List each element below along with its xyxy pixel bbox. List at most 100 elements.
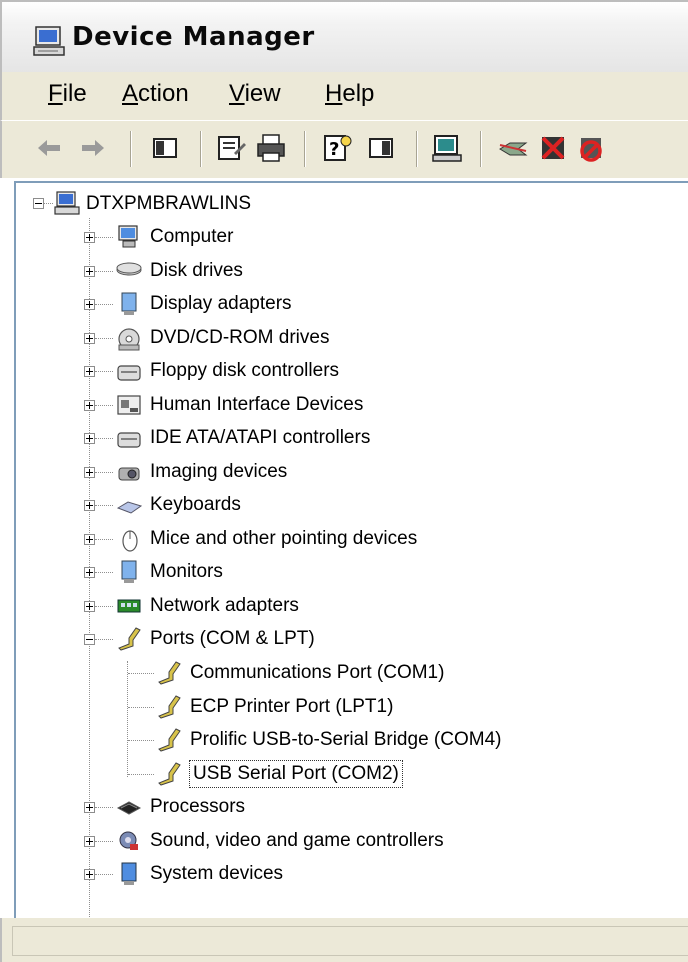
tree-node-label[interactable]: Network adapters [150,593,299,619]
tree-node-prolific-usb-to-serial-bridge-com4[interactable]: Prolific USB-to-Serial Bridge (COM4) [16,727,688,757]
tree-node-label[interactable]: Imaging devices [150,459,287,485]
tree-node-label[interactable]: Computer [150,224,233,250]
forward-icon[interactable] [76,131,110,165]
expand-toggle[interactable] [84,534,95,545]
tree-node-label[interactable]: Floppy disk controllers [150,358,339,384]
tree-connector [95,807,113,808]
tree-node-network-adapters[interactable]: Network adapters [16,593,688,623]
tree-connector [128,673,154,674]
monitor-icon [121,560,137,583]
svg-text:?: ? [329,139,339,160]
title-bar[interactable]: Device Manager [0,0,688,72]
uninstall-icon[interactable] [536,131,570,165]
update-driver-icon[interactable] [496,131,530,165]
port-connector-icon [158,762,181,786]
device-manager-window: Device Manager File Action View Help ? D… [0,0,688,962]
expand-toggle[interactable] [84,333,95,344]
tree-node-display-adapters[interactable]: Display adapters [16,291,688,321]
print-icon[interactable] [254,131,288,165]
tree-node-imaging-devices[interactable]: Imaging devices [16,459,688,489]
tree-node-ecp-printer-port-lpt1[interactable]: ECP Printer Port (LPT1) [16,694,688,724]
expand-toggle[interactable] [84,232,95,243]
tree-node-ports-com-lpt[interactable]: Ports (COM & LPT) [16,626,688,656]
disable-icon[interactable] [574,131,608,165]
expand-toggle[interactable] [84,400,95,411]
tree-connector [128,707,154,708]
tree-node-label[interactable]: IDE ATA/ATAPI controllers [150,425,370,451]
status-pane [12,926,688,956]
tree-node-communications-port-com1[interactable]: Communications Port (COM1) [16,660,688,690]
menu-help-mnemonic: H [325,80,343,107]
tree-node-system-devices[interactable]: System devices [16,861,688,891]
tree-root-label[interactable]: DTXPMBRAWLINS [86,191,251,217]
tree-node-floppy-disk-controllers[interactable]: Floppy disk controllers [16,358,688,388]
tree-node-label[interactable]: Communications Port (COM1) [190,660,444,686]
tree-node-label[interactable]: Prolific USB-to-Serial Bridge (COM4) [190,727,501,753]
port-connector-icon [158,661,181,685]
expand-toggle[interactable] [84,500,95,511]
tree-node-label[interactable]: Processors [150,794,245,820]
tree-node-usb-serial-port-com2[interactable]: USB Serial Port (COM2) [16,760,688,791]
tree-node-computer[interactable]: Computer [16,224,688,254]
disk-drive-icon [116,262,142,276]
toolbar-separator [130,131,132,167]
tree-node-keyboards[interactable]: Keyboards [16,492,688,522]
toolbar-separator [304,131,306,167]
menu-action[interactable]: Action [122,80,189,108]
tree-node-ide-ata-atapi-controllers[interactable]: IDE ATA/ATAPI controllers [16,425,688,455]
network-card-icon [117,599,141,613]
tree-connector [95,874,113,875]
expand-toggle[interactable] [84,467,95,478]
menu-bar: File Action View Help [0,72,688,120]
floppy-controller-icon [117,365,141,381]
expand-toggle[interactable] [84,601,95,612]
tree-connector [95,237,113,238]
tree-node-monitors[interactable]: Monitors [16,559,688,589]
tree-node-label[interactable]: DVD/CD-ROM drives [150,325,329,351]
expand-toggle[interactable] [84,869,95,880]
expand-toggle[interactable] [84,299,95,310]
expand-toggle[interactable] [84,266,95,277]
show-hide-tree-icon[interactable] [148,131,182,165]
show-hide-action-pane-icon[interactable] [364,131,398,165]
back-icon[interactable] [32,131,66,165]
tree-node-disk-drives[interactable]: Disk drives [16,258,688,288]
tree-node-label[interactable]: Display adapters [150,291,292,317]
camera-icon [118,467,140,481]
menu-view[interactable]: View [229,80,281,108]
expand-toggle[interactable] [84,802,95,813]
menu-help[interactable]: Help [325,80,374,108]
port-connector-icon [118,627,141,651]
expand-toggle[interactable] [84,366,95,377]
properties-icon[interactable] [214,131,248,165]
tree-node-label[interactable]: Mice and other pointing devices [150,526,417,552]
tree-node-processors[interactable]: Processors [16,794,688,824]
menu-file[interactable]: File [48,80,87,108]
tree-node-label[interactable]: Disk drives [150,258,243,284]
tree-node-label[interactable]: Keyboards [150,492,241,518]
computer-icon [118,225,138,248]
help-icon[interactable]: ? [320,131,354,165]
collapse-toggle[interactable] [84,634,95,645]
tree-node-sound-video-and-game-controllers[interactable]: Sound, video and game controllers [16,828,688,858]
tree-node-label[interactable]: Sound, video and game controllers [150,828,444,854]
window-title: Device Manager [72,22,315,52]
scan-hardware-icon[interactable] [430,131,464,165]
menu-file-label: ile [62,80,87,107]
expand-toggle[interactable] [84,567,95,578]
tree-connector [95,271,113,272]
tree-node-label[interactable]: USB Serial Port (COM2) [189,760,403,788]
tree-node-human-interface-devices[interactable]: Human Interface Devices [16,392,688,422]
device-tree[interactable]: DTXPMBRAWLINS Computer Disk drives Display… [14,181,688,919]
tree-node-label[interactable]: Ports (COM & LPT) [150,626,315,652]
tree-node-label[interactable]: Human Interface Devices [150,392,363,418]
tree-node-dvd-cd-rom-drives[interactable]: DVD/CD-ROM drives [16,325,688,355]
tree-node-label[interactable]: System devices [150,861,283,887]
tree-connector [95,371,113,372]
tree-node-label[interactable]: Monitors [150,559,223,585]
expand-toggle[interactable] [84,836,95,847]
expand-toggle[interactable] [84,433,95,444]
tree-node-mice-and-other-pointing-devices[interactable]: Mice and other pointing devices [16,526,688,556]
collapse-root-toggle[interactable] [33,198,44,209]
tree-node-label[interactable]: ECP Printer Port (LPT1) [190,694,393,720]
